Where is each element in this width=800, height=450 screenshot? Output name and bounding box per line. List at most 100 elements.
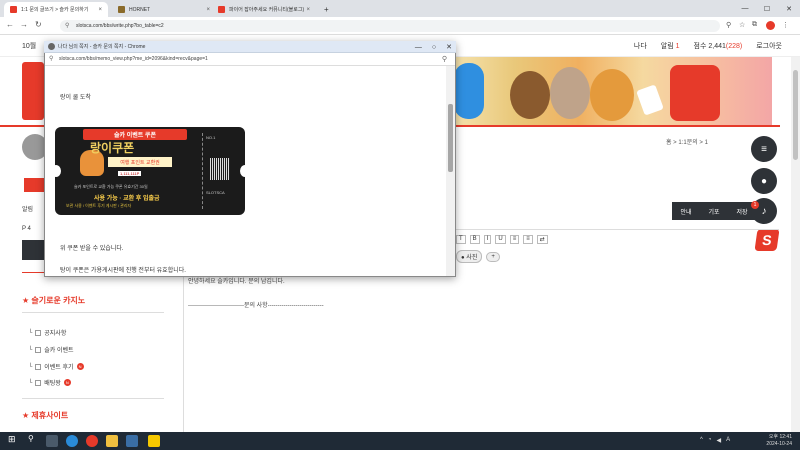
- coupon-footer-text: 보관 사용 / 이벤트 후기 게시판 / 관리자: [66, 203, 132, 208]
- maximize-button[interactable]: ☐: [756, 0, 778, 17]
- user-fab[interactable]: ●: [751, 168, 777, 194]
- memo-text-line: 랑이 쿨 도착: [60, 95, 91, 101]
- tab-draft[interactable]: 기포: [700, 202, 728, 220]
- checkbox-icon: [35, 363, 42, 370]
- bookmark-star-icon[interactable]: ☆: [739, 21, 745, 29]
- menu-dots-icon[interactable]: ⋮: [782, 21, 789, 29]
- popup-maximize-button[interactable]: ○: [432, 44, 436, 51]
- coupon-notch: [51, 165, 61, 177]
- popup-title: 나다 님의 쪽지 - 슬카 문의 쪽지 - Chrome: [58, 44, 146, 50]
- user-bar: 나다 알림 1 점수 2,441(228) 로그아웃: [634, 41, 782, 51]
- points-link[interactable]: 점수 2,441(228): [694, 41, 743, 51]
- checkbox-icon: [35, 329, 42, 336]
- add-button[interactable]: +: [486, 251, 500, 262]
- sidebar-item-notice[interactable]: └ 공지사항: [28, 328, 66, 337]
- divider: [22, 398, 164, 399]
- app-icon-2[interactable]: [148, 435, 160, 447]
- notification-badge: 1: [751, 201, 759, 209]
- site-info-icon[interactable]: ⚲: [65, 20, 69, 32]
- zoom-icon[interactable]: ⚲: [442, 53, 447, 66]
- font-tool-button[interactable]: T: [456, 235, 466, 244]
- popup-scrollbar-thumb[interactable]: [448, 104, 453, 172]
- sidebar-red-button[interactable]: [24, 178, 44, 192]
- ime-icon[interactable]: A: [726, 437, 730, 444]
- sidebar-points[interactable]: P 4: [22, 226, 31, 232]
- tab-close-icon[interactable]: ×: [98, 7, 102, 13]
- memo-text-line: 탕이 쿠폰은 가용게시판에 진행 전부터 유효합니다.: [60, 268, 186, 274]
- username[interactable]: 나다: [634, 41, 647, 51]
- item-label: 슬카 이벤트: [44, 348, 74, 354]
- clock[interactable]: 오후 12:41 2024-10-24: [766, 434, 792, 448]
- tab-community[interactable]: 파이어 잡아주세요 커뮤니티(블로그) ×: [212, 2, 316, 17]
- app-icon[interactable]: [126, 435, 138, 447]
- hornet-favicon-icon: [118, 6, 125, 13]
- tab-write-inquiry[interactable]: 1:1 문의 글쓰기 > 슬카 문의하기 ×: [4, 2, 108, 17]
- popup-minimize-button[interactable]: —: [415, 44, 422, 51]
- zoom-icon[interactable]: ⚲: [726, 21, 731, 29]
- tab-hornet[interactable]: HORNET ×: [112, 2, 216, 17]
- address-bar[interactable]: ⚲ slotsca.com/bbs/write.php?bo_table=c2: [60, 20, 720, 32]
- clock-date: 2024-10-24: [766, 441, 792, 447]
- item-label: 배팅왕: [44, 381, 61, 387]
- extensions-icon[interactable]: ⧉: [752, 21, 757, 29]
- browser-tab-strip: 1:1 문의 글쓰기 > 슬카 문의하기 × HORNET × 파이어 잡아주세…: [0, 0, 800, 17]
- volume-icon[interactable]: ◀: [716, 437, 721, 444]
- item-label: 공지사항: [44, 331, 67, 337]
- sidebar-item-event[interactable]: └ 슬카 이벤트: [28, 345, 74, 354]
- coupon-title: 랑이쿠폰: [90, 141, 135, 155]
- logout-link[interactable]: 로그아웃: [756, 41, 782, 51]
- close-button[interactable]: ✕: [778, 0, 800, 17]
- popup-title-bar[interactable]: 나다 님의 쪽지 - 슬카 문의 쪽지 - Chrome — ○ ✕: [44, 41, 456, 53]
- align-button[interactable]: ≡: [509, 235, 520, 244]
- coupon-amount: 1,111,111P: [118, 171, 142, 176]
- edge-icon[interactable]: [66, 435, 78, 447]
- content-tabs: 안내 기포 저장: [672, 202, 756, 220]
- coupon-usage-text: 사용 가능 · 교환 후 입출금: [94, 196, 160, 202]
- sidebar-item-betking[interactable]: └ 배팅왕 N: [28, 378, 71, 387]
- bold-button[interactable]: B: [469, 235, 480, 244]
- coupon-notch: [240, 165, 250, 177]
- dolphin-figure: [454, 63, 484, 119]
- site-favicon-icon: [10, 6, 17, 13]
- menu-icon: ≡: [761, 143, 767, 155]
- back-icon[interactable]: ←: [6, 20, 14, 29]
- tab-close-icon[interactable]: ×: [306, 7, 310, 13]
- alerts-link[interactable]: 알림 1: [661, 41, 680, 51]
- minimize-button[interactable]: —: [734, 0, 756, 17]
- sidebar-dark-button[interactable]: [22, 240, 46, 260]
- list-button[interactable]: ≡: [523, 235, 533, 244]
- photo-label: 사진: [466, 255, 478, 261]
- link-button[interactable]: ⇄: [536, 235, 548, 244]
- photo-button[interactable]: ● 사진: [456, 250, 483, 263]
- coupon-perforation: [202, 133, 203, 209]
- chrome-icon[interactable]: [86, 435, 98, 447]
- task-view-icon[interactable]: [46, 435, 58, 447]
- reload-icon[interactable]: ↻: [35, 20, 42, 29]
- tab-guide[interactable]: 안내: [672, 202, 700, 220]
- profile-avatar[interactable]: [766, 21, 775, 30]
- chevron-up-icon[interactable]: ^: [700, 437, 703, 444]
- underline-button[interactable]: U: [495, 235, 506, 244]
- forward-icon[interactable]: →: [20, 20, 28, 29]
- windows-taskbar: ⊞ ⚲ ^ ◔ ◀ A 오후 12:41 2024-10-24: [0, 432, 800, 450]
- network-icon[interactable]: ◔: [708, 437, 712, 444]
- file-explorer-icon[interactable]: [106, 435, 118, 447]
- italic-button[interactable]: I: [483, 235, 492, 244]
- tab-close-icon[interactable]: ×: [206, 7, 210, 13]
- tab-label: 1:1 문의 글쓰기 > 슬카 문의하기: [21, 7, 89, 13]
- sidebar-alerts[interactable]: 알림: [22, 204, 33, 213]
- new-tab-button[interactable]: +: [318, 2, 335, 17]
- address-text: slotsca.com/bbs/write.php?bo_table=c2: [76, 23, 164, 29]
- sidebar-item-review[interactable]: └ 이벤트 후기 N: [28, 362, 84, 371]
- menu-fab[interactable]: ≡: [751, 136, 777, 162]
- windows-start-icon[interactable]: ⊞: [8, 434, 20, 446]
- page-scrollbar-thumb[interactable]: [793, 70, 798, 160]
- site-info-icon[interactable]: ⚲: [49, 53, 53, 66]
- browser-toolbar: ← → ↻ ⚲ slotsca.com/bbs/write.php?bo_tab…: [0, 17, 800, 35]
- search-icon[interactable]: ⚲: [28, 434, 40, 446]
- tiger-figure: [590, 69, 634, 121]
- popup-address-bar[interactable]: ⚲ slotsca.com/bbs/memo_view.php?me_id=20…: [45, 53, 455, 66]
- popup-close-button[interactable]: ✕: [446, 43, 452, 51]
- coupon-fine-print: 슬카 포인트로 교환 가능 쿠폰 유효기간 30일: [74, 184, 148, 189]
- site-logo[interactable]: [22, 62, 44, 120]
